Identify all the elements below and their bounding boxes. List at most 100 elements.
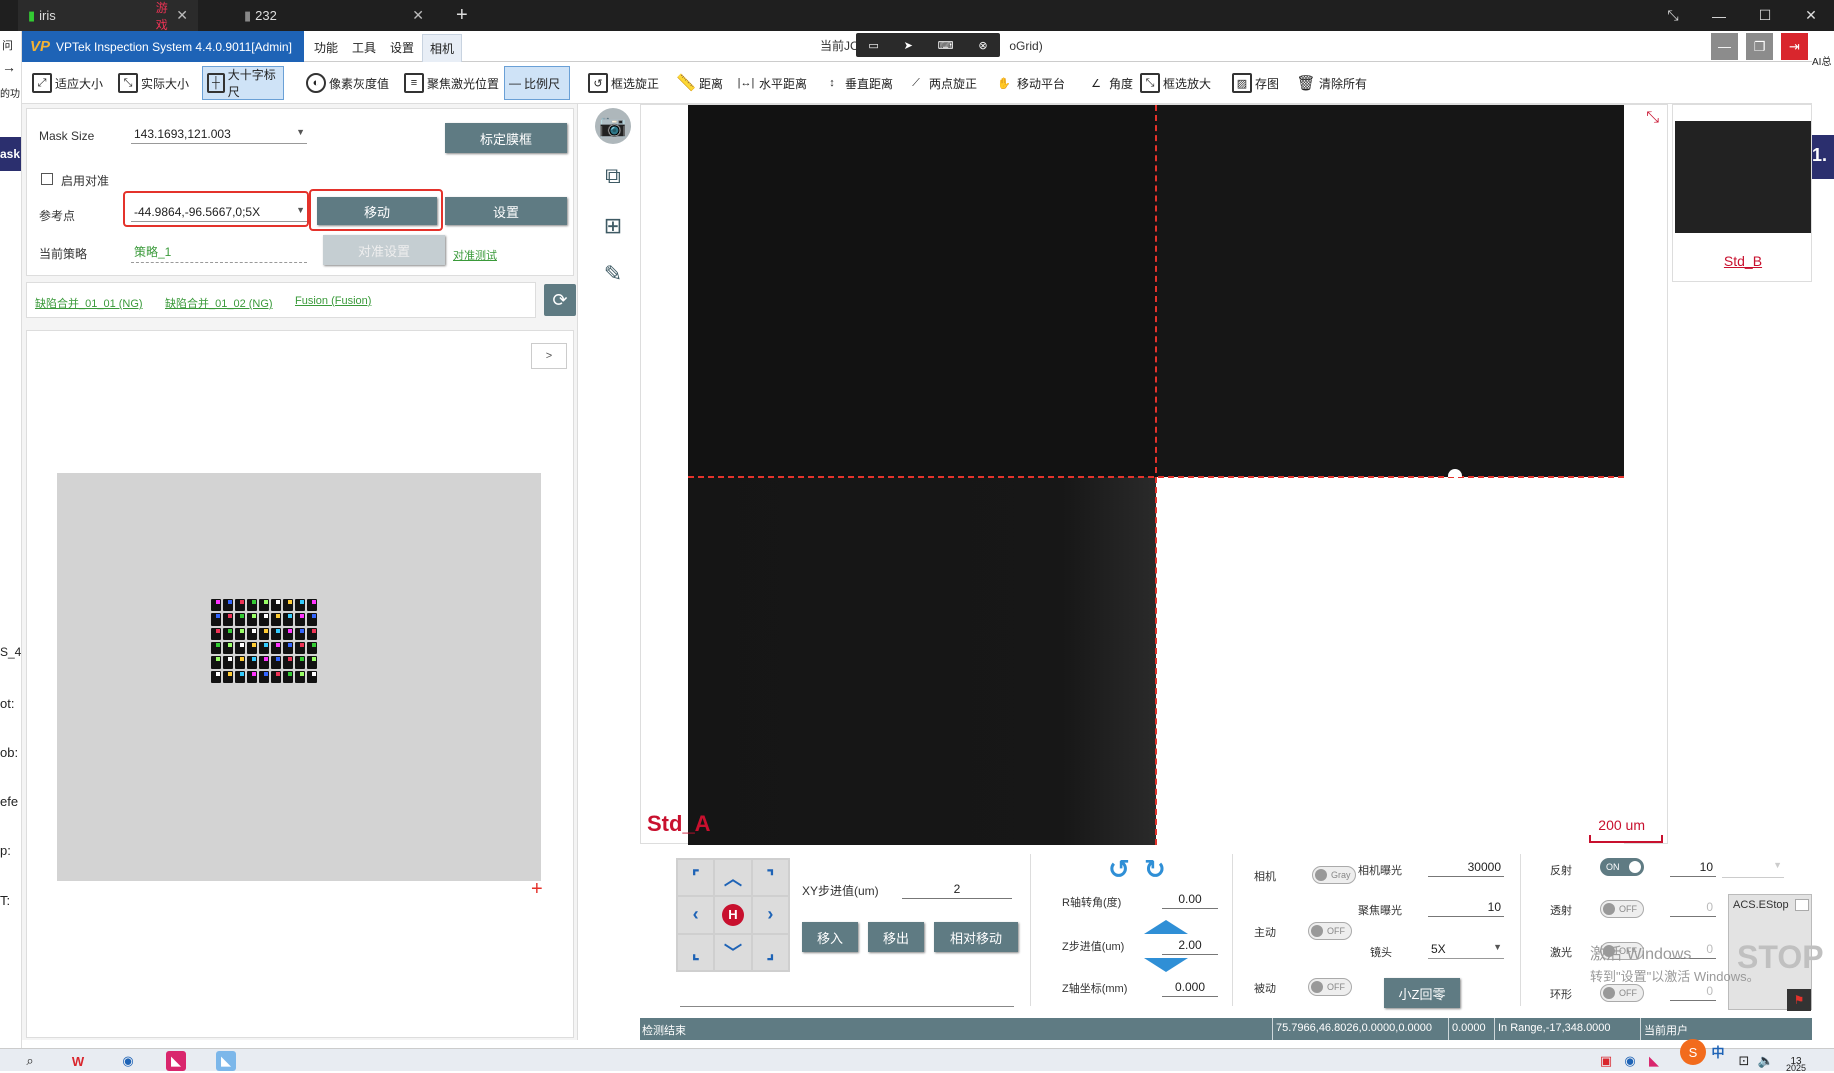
die-cell[interactable] [235, 627, 245, 640]
grid-list-icon[interactable]: ⊞ [595, 208, 631, 244]
active-toggle[interactable]: OFF [1308, 922, 1352, 940]
browser-tab-232[interactable]: ▮ 232 ✕ [234, 0, 434, 31]
tool-scale[interactable]: — 比例尺 [504, 66, 570, 100]
camera-icon[interactable]: 📷 [595, 108, 631, 144]
z-up-icon[interactable] [1144, 920, 1188, 934]
die-cell[interactable] [259, 641, 269, 655]
die-cell[interactable] [271, 670, 281, 683]
tool-laser[interactable]: ≡ 聚焦激光位置 [400, 66, 503, 100]
tool-angle[interactable]: ∠ 角度 [1082, 66, 1137, 100]
die-cell[interactable] [223, 627, 233, 640]
shrink-icon[interactable]: ⤡ [1646, 109, 1659, 127]
die-cell[interactable] [259, 627, 269, 640]
app-exit-icon[interactable]: ⇥ [1781, 33, 1808, 60]
r-angle-input[interactable]: 0.00 [1162, 890, 1218, 909]
tool-gray-value[interactable]: ◐ 像素灰度值 [302, 66, 393, 100]
tray-icon[interactable]: ◉ [1620, 1051, 1640, 1071]
reflect-input[interactable]: 10 [1670, 858, 1716, 877]
die-cell[interactable] [295, 599, 305, 612]
die-cell[interactable] [283, 641, 293, 655]
die-cell[interactable] [307, 613, 317, 626]
enable-align-checkbox[interactable] [41, 173, 53, 185]
die-cell[interactable] [271, 599, 281, 612]
menu-camera[interactable]: 相机 [422, 34, 463, 63]
close-icon[interactable]: ✕ [1788, 0, 1834, 31]
die-cell[interactable] [271, 613, 281, 626]
arrow-down-right-icon[interactable]: ⌟ [752, 934, 788, 970]
die-cell[interactable] [271, 656, 281, 669]
fusion-link[interactable]: 缺陷合并_01_02 (NG) [165, 295, 273, 311]
die-cell[interactable] [211, 613, 221, 626]
tool-clear-all[interactable]: 🗑 清除所有 [1292, 66, 1371, 100]
tool-actual-size[interactable]: ⤡ 实际大小 [114, 66, 193, 100]
die-cell[interactable] [259, 599, 269, 612]
close-tab-icon[interactable]: ✕ [176, 7, 188, 24]
arrow-up-icon[interactable]: ︿ [715, 860, 751, 896]
die-cell[interactable] [211, 670, 221, 683]
tray-icon[interactable]: ▣ [1596, 1051, 1616, 1071]
align-test-link[interactable]: 对准测试 [453, 247, 497, 263]
passive-toggle[interactable]: OFF [1308, 978, 1352, 996]
app-icon[interactable]: ◣ [166, 1051, 186, 1071]
die-cell[interactable] [247, 656, 257, 669]
die-cell[interactable] [223, 613, 233, 626]
die-cell[interactable] [211, 641, 221, 655]
volume-icon[interactable]: 🔈 [1756, 1051, 1776, 1071]
z-step-input[interactable]: 2.00 [1162, 936, 1218, 955]
reflect-select[interactable]: ▼ [1722, 858, 1784, 878]
tray-icon[interactable]: ◣ [1644, 1051, 1664, 1071]
rotate-cw-icon[interactable]: ↻ [1144, 854, 1166, 885]
ime-mode[interactable]: 中 [1708, 1041, 1728, 1061]
close-tab-icon[interactable]: ✕ [412, 7, 424, 24]
thumbnail-image[interactable] [1675, 121, 1811, 233]
maximize-icon[interactable]: ☐ [1742, 0, 1788, 31]
app-icon[interactable]: ◣ [216, 1051, 236, 1071]
move-out-button[interactable]: 移出 [868, 922, 924, 952]
tool-rotate-box[interactable]: ↺ 框选旋正 [584, 66, 663, 100]
die-cell[interactable] [283, 670, 293, 683]
tool-zoom-box[interactable]: ⤡ 框选放大 [1136, 66, 1215, 100]
die-cell[interactable] [247, 627, 257, 640]
die-cell[interactable] [307, 656, 317, 669]
die-cell[interactable] [235, 613, 245, 626]
tool-move-platform[interactable]: ✋ 移动平台 [990, 66, 1069, 100]
xy-step-input[interactable]: 2 [902, 880, 1012, 899]
relative-move-button[interactable]: 相对移动 [934, 922, 1018, 952]
flag-icon[interactable]: ⚑ [1787, 989, 1811, 1011]
arrow-down-icon[interactable]: ﹀ [715, 934, 751, 970]
die-cell[interactable] [271, 641, 281, 655]
set-button[interactable]: 设置 [445, 197, 567, 225]
die-cell[interactable] [295, 670, 305, 683]
arrow-left-icon[interactable]: ‹ [678, 897, 714, 933]
tool-crosshair[interactable]: ┼ 大十字标尺 [202, 66, 284, 100]
mask-size-select[interactable]: 143.1693,121.003 ▼ [131, 125, 307, 144]
rotate-ccw-icon[interactable]: ↺ [1108, 854, 1130, 885]
thumbnail-label[interactable]: Std_B [1673, 253, 1813, 269]
arrow-up-left-icon[interactable]: ⌜ [678, 860, 714, 896]
lens-select[interactable]: 5X ▼ [1428, 940, 1504, 959]
browser-icon[interactable]: ◉ [118, 1051, 138, 1071]
image-viewport[interactable]: Std_A 200 um ⤡ [640, 104, 1668, 845]
die-cell[interactable] [223, 641, 233, 655]
die-cell[interactable] [259, 670, 269, 683]
die-cell[interactable] [247, 613, 257, 626]
strategy-value[interactable]: 策略_1 [131, 241, 307, 263]
tool-fit[interactable]: ⤢ 适应大小 [28, 66, 107, 100]
menu-settings[interactable]: 设置 [390, 39, 414, 56]
expand-button[interactable]: > [531, 343, 567, 369]
tool-horizontal-distance[interactable]: |↔| 水平距离 [732, 66, 811, 100]
die-cell[interactable] [235, 670, 245, 683]
die-cell[interactable] [211, 656, 221, 669]
tool-distance[interactable]: 📏 距离 [672, 66, 727, 100]
menu-function[interactable]: 功能 [314, 39, 338, 56]
die-cell[interactable] [295, 627, 305, 640]
camera-image[interactable] [688, 105, 1624, 845]
align-settings-button[interactable]: 对准设置 [323, 235, 445, 265]
die-cell[interactable] [247, 599, 257, 612]
refresh-settings-icon[interactable]: ⟳ [544, 284, 576, 316]
die-cell[interactable] [283, 656, 293, 669]
ruler-tools-icon[interactable]: ✎ [595, 256, 631, 292]
die-cell[interactable] [247, 670, 257, 683]
fusion-link[interactable]: 缺陷合并_01_01 (NG) [35, 295, 143, 311]
screen-icon[interactable]: ▭ [868, 39, 878, 52]
